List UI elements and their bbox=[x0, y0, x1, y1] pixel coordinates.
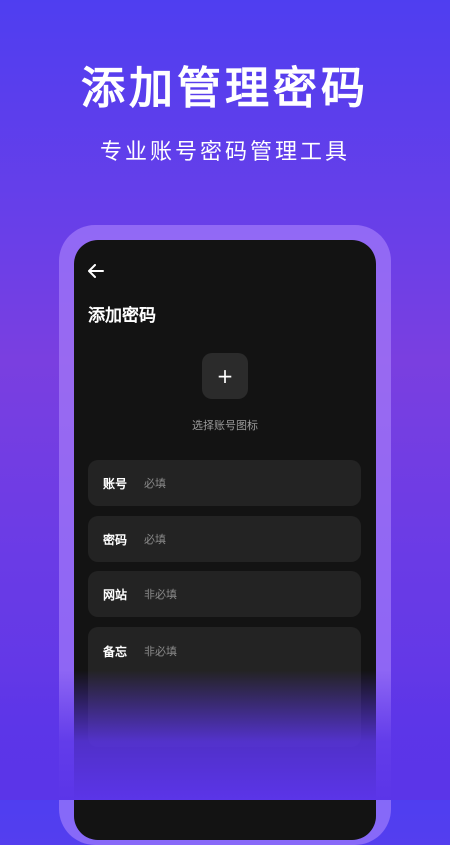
password-field[interactable]: 密码 必填 bbox=[88, 516, 361, 562]
page-title: 添加密码 bbox=[88, 306, 156, 326]
website-placeholder: 非必填 bbox=[144, 588, 177, 601]
account-field[interactable]: 账号 必填 bbox=[88, 460, 361, 506]
account-placeholder: 必填 bbox=[144, 477, 166, 490]
icon-picker-label: 选择账号图标 bbox=[192, 419, 258, 432]
website-field[interactable]: 网站 非必填 bbox=[88, 571, 361, 617]
memo-placeholder: 非必填 bbox=[144, 645, 177, 658]
plus-icon: + bbox=[216, 364, 234, 388]
website-label: 网站 bbox=[103, 587, 128, 602]
memo-label: 备忘 bbox=[103, 645, 128, 659]
back-button[interactable] bbox=[86, 261, 106, 281]
arrow-left-icon bbox=[88, 264, 104, 278]
password-label: 密码 bbox=[103, 532, 128, 547]
memo-field[interactable]: 备忘 非必填 bbox=[88, 627, 361, 747]
icon-picker-button[interactable]: + bbox=[202, 353, 248, 399]
promo-subtitle: 专业账号密码管理工具 bbox=[99, 140, 350, 165]
promo-headline: 添加管理密码 bbox=[81, 63, 369, 114]
account-label: 账号 bbox=[103, 476, 128, 491]
password-placeholder: 必填 bbox=[144, 533, 166, 546]
